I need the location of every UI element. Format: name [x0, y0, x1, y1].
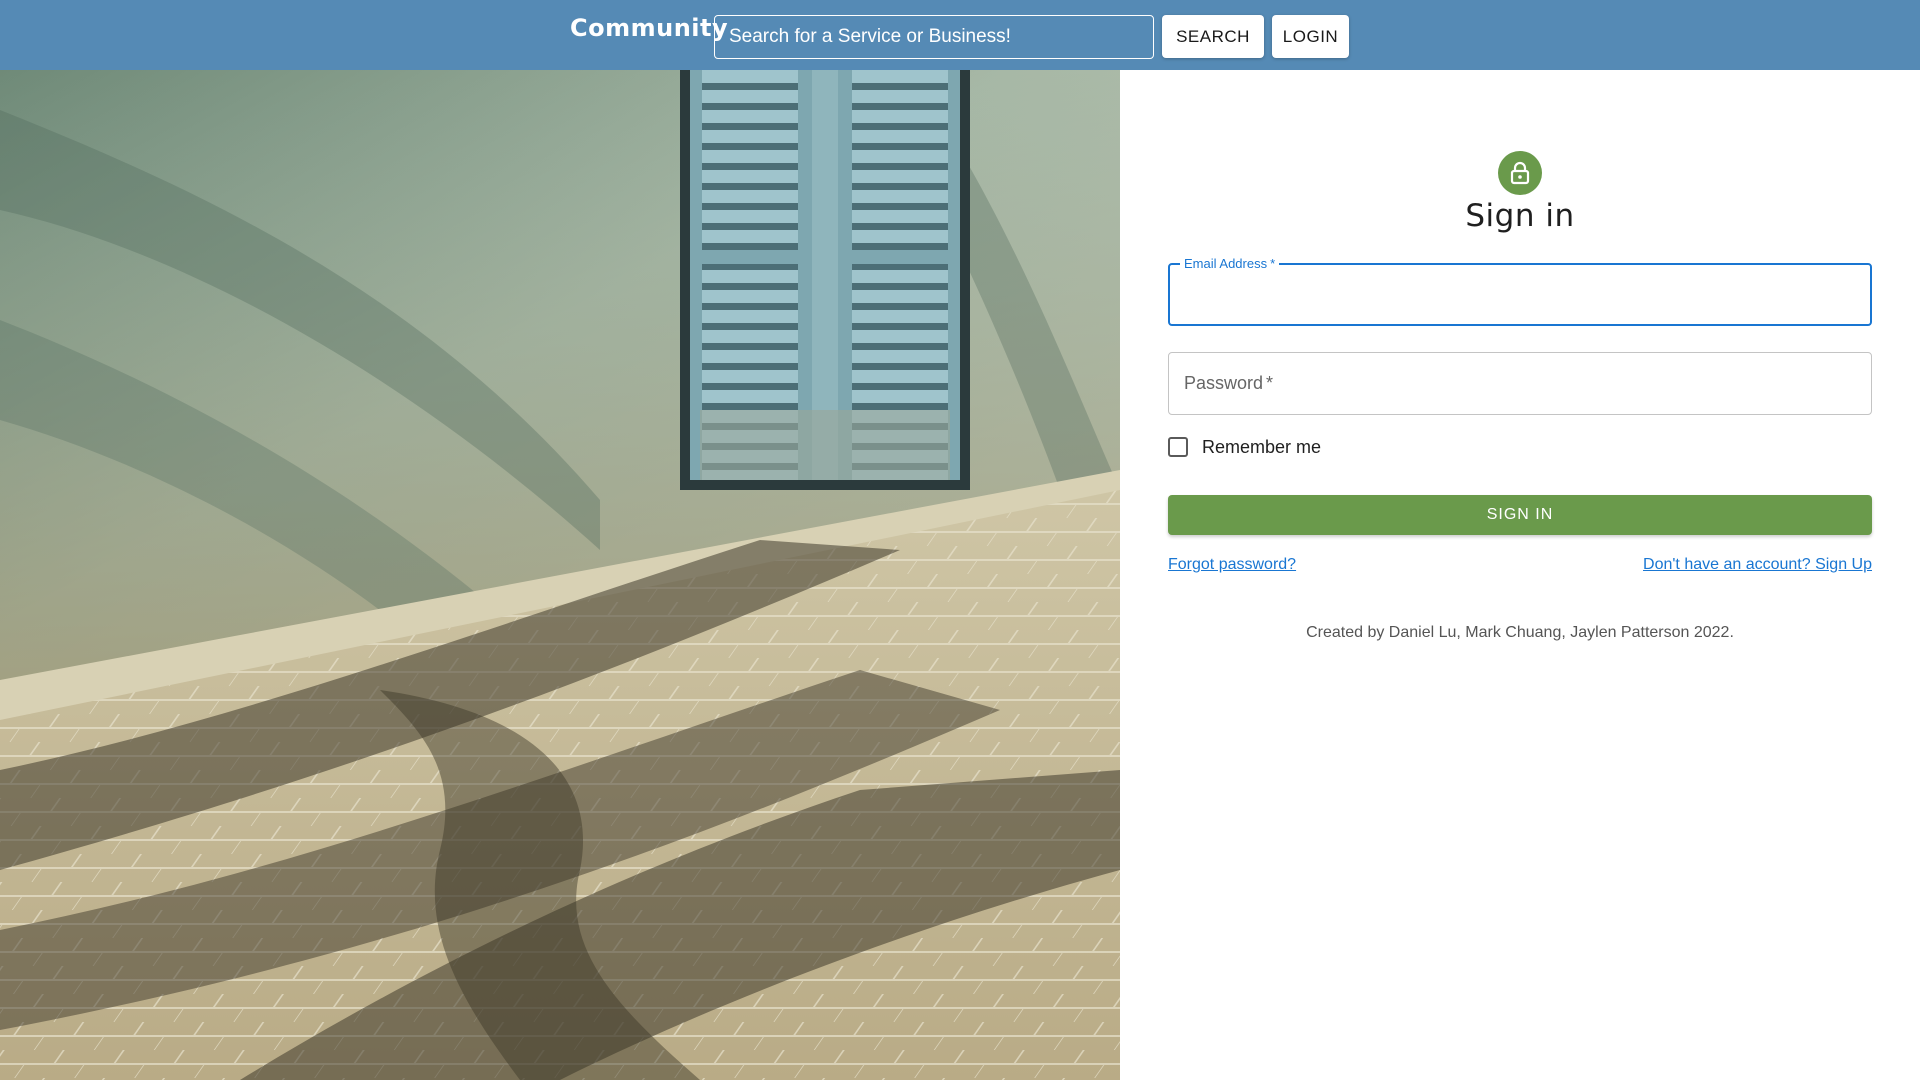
lock-icon	[1510, 161, 1530, 185]
password-input[interactable]	[1169, 353, 1871, 414]
forgot-password-link[interactable]: Forgot password?	[1168, 556, 1296, 574]
login-button[interactable]: LOGIN	[1272, 15, 1349, 58]
signin-panel: Sign in Email Address * Password * Remembe…	[1120, 70, 1920, 1080]
remember-me-label[interactable]: Remember me	[1202, 437, 1321, 458]
page-title: Sign in	[1465, 198, 1575, 234]
top-navbar: Community SEARCH LOGIN	[0, 0, 1920, 70]
email-field[interactable]: Email Address *	[1168, 256, 1872, 326]
remember-me-checkbox[interactable]	[1168, 437, 1188, 457]
lock-avatar	[1498, 151, 1542, 195]
search-button[interactable]: SEARCH	[1162, 15, 1264, 58]
shuttered-window-photo	[0, 70, 1120, 1080]
hero-image	[0, 70, 1120, 1080]
remember-me[interactable]: Remember me	[1168, 435, 1321, 459]
sign-up-link[interactable]: Don't have an account? Sign Up	[1643, 556, 1872, 574]
search-input[interactable]	[714, 15, 1154, 59]
credits-text: Created by Daniel Lu, Mark Chuang, Jayle…	[1306, 624, 1734, 641]
password-field[interactable]: Password *	[1168, 352, 1872, 415]
brand-logo[interactable]: Community	[570, 14, 728, 42]
sign-in-button[interactable]: SIGN IN	[1168, 495, 1872, 535]
email-input[interactable]	[1170, 265, 1870, 324]
